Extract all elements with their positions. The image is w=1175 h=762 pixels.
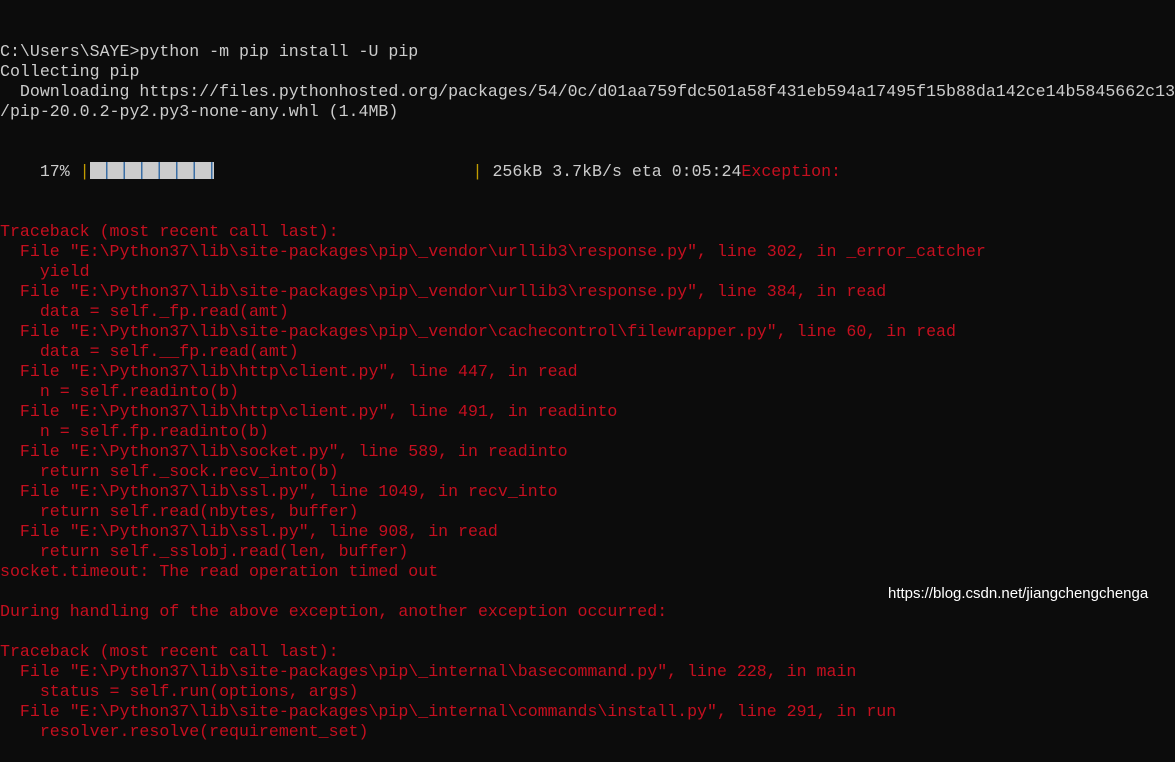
terminal-line: File "E:\Python37\lib\site-packages\pip\…	[0, 662, 857, 681]
terminal-line: n = self.readinto(b)	[0, 382, 239, 401]
terminal-line: File "E:\Python37\lib\ssl.py", line 1049…	[0, 482, 558, 501]
terminal-line: File "E:\Python37\lib\site-packages\pip\…	[0, 242, 986, 261]
progress-stats: 256kB 3.7kB/s eta 0:05:24	[482, 162, 742, 181]
terminal-line: data = self._fp.read(amt)	[0, 302, 289, 321]
terminal-line: n = self.fp.readinto(b)	[0, 422, 269, 441]
progress-bar-left-edge: |	[79, 162, 90, 181]
exception-label: Exception:	[741, 162, 842, 181]
terminal-line: resolver.resolve(requirement_set)	[0, 722, 369, 741]
terminal-line: data = self.__fp.read(amt)	[0, 342, 299, 361]
progress-percent: 17%	[0, 162, 80, 181]
terminal-output: C:\Users\SAYE>python -m pip install -U p…	[0, 2, 1175, 762]
terminal-line: File "E:\Python37\lib\site-packages\pip\…	[0, 702, 897, 721]
watermark: https://blog.csdn.net/jiangchengchenga	[888, 585, 1149, 602]
terminal-line: yield	[0, 262, 90, 281]
terminal-line: File "E:\Python37\lib\site-packages\pip\…	[0, 322, 956, 341]
progress-bar-right-edge: |	[472, 162, 483, 181]
terminal-line: File "E:\Python37\lib\socket.py", line 5…	[0, 442, 568, 461]
terminal-line: socket.timeout: The read operation timed…	[0, 562, 439, 581]
progress-line: 17% | | 256kB 3.7kB/s eta 0:05:24Excepti…	[0, 162, 1175, 182]
terminal-line: Traceback (most recent call last):	[0, 642, 339, 661]
terminal-line: C:\Users\SAYE>python -m pip install -U p…	[0, 42, 419, 61]
terminal-line: status = self.run(options, args)	[0, 682, 359, 701]
terminal-line: return self._sslobj.read(len, buffer)	[0, 542, 409, 561]
terminal-line: return self.read(nbytes, buffer)	[0, 502, 359, 521]
terminal-line: File "E:\Python37\lib\site-packages\pip\…	[0, 282, 887, 301]
terminal-line: /pip-20.0.2-py2.py3-none-any.whl (1.4MB)	[0, 102, 399, 121]
terminal-line: File "E:\Python37\lib\ssl.py", line 908,…	[0, 522, 498, 541]
terminal-line: File "E:\Python37\lib\http\client.py", l…	[0, 402, 618, 421]
terminal-line: Collecting pip	[0, 62, 140, 81]
terminal-line: During handling of the above exception, …	[0, 602, 668, 621]
progress-bar-fill	[89, 162, 214, 179]
terminal-line: Downloading https://files.pythonhosted.o…	[0, 82, 1175, 101]
terminal-line: File "E:\Python37\lib\http\client.py", l…	[0, 362, 578, 381]
terminal-line: return self._sock.recv_into(b)	[0, 462, 339, 481]
progress-bar-track	[214, 162, 473, 181]
terminal-line: Traceback (most recent call last):	[0, 222, 339, 241]
